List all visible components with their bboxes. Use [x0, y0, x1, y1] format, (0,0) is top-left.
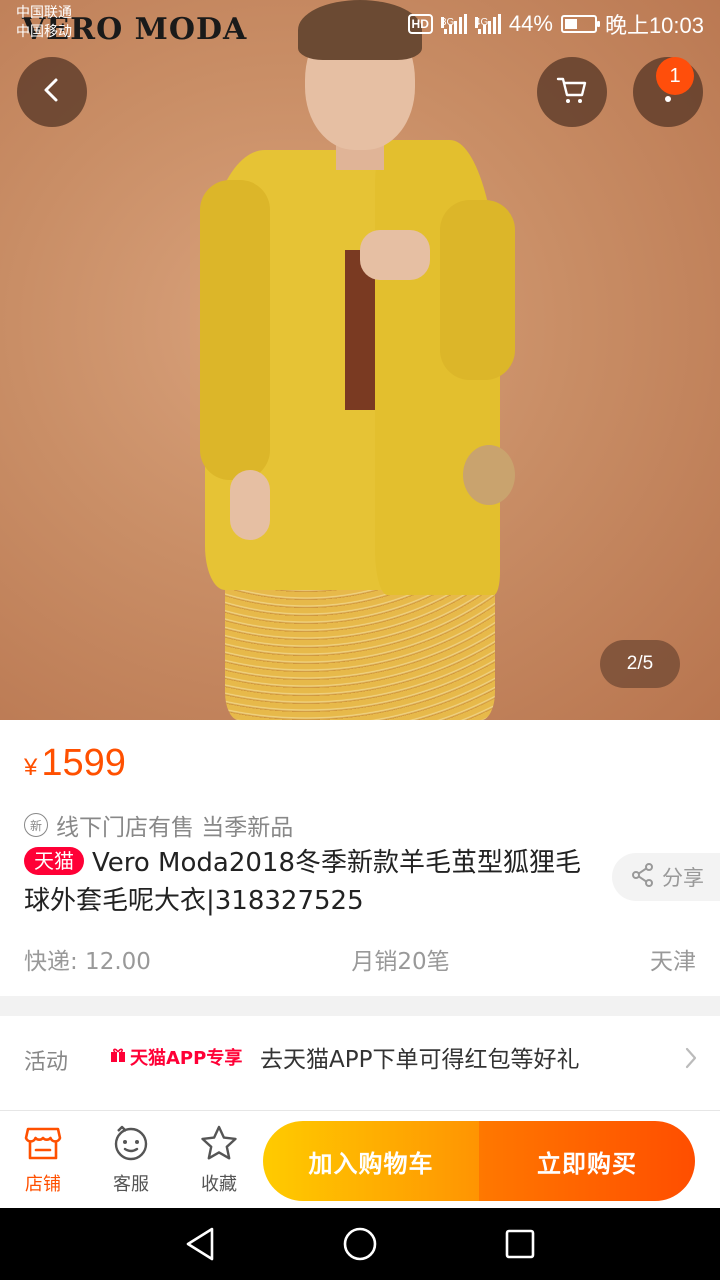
model-hand-left-shape [230, 470, 270, 540]
product-tags: 新 线下门店有售 当季新品 [24, 808, 293, 842]
service-label: 客服 [113, 1174, 149, 1195]
system-navigation-bar [0, 1208, 720, 1280]
nav-recent-icon [503, 1227, 537, 1265]
price-value: 1599 [41, 742, 126, 784]
cart-button[interactable] [537, 57, 607, 127]
shipping-fee: 快递: 12.00 [24, 949, 151, 975]
model-hand-right-shape [360, 230, 430, 280]
activity-tag-text: 天猫APP专享 [130, 1048, 243, 1069]
back-icon [38, 76, 66, 108]
product-detail-screen: VERO MODA 1 2/5 中国联通 中国移动 HD 3G 4G 44% 晚… [0, 0, 720, 1280]
gift-icon [110, 1047, 126, 1068]
tmall-app-exclusive-tag: 天猫APP专享 [110, 1044, 242, 1070]
battery-fill [564, 19, 578, 29]
favorite-label: 收藏 [201, 1174, 237, 1195]
battery-percent: 44% [508, 11, 553, 36]
model-sleeve-right-shape [440, 200, 515, 380]
signal-4g-icon: 4G [474, 14, 501, 34]
status-indicators: HD 3G 4G 44% 晚上10:03 [407, 8, 704, 40]
customer-service-button[interactable]: 客服 [96, 1125, 166, 1196]
store-label: 店铺 [25, 1174, 61, 1195]
net-3g-label: 3G [440, 17, 455, 28]
net-4g-label: 4G [474, 17, 489, 28]
store-button[interactable]: 店铺 [8, 1125, 78, 1196]
carrier-1: 中国联通 [16, 5, 72, 21]
purchase-buttons: 加入购物车 立即购买 [263, 1121, 695, 1201]
nav-home-button[interactable] [340, 1226, 380, 1266]
star-icon [200, 1125, 238, 1166]
product-info-panel: ¥ 1599 新 线下门店有售 当季新品 天猫 Vero Moda2018冬季新款… [0, 720, 720, 996]
tmall-badge: 天猫 [24, 847, 84, 875]
share-button[interactable]: 分享 [612, 853, 720, 901]
bottom-action-bar: 店铺 客服 收藏 加入购物车 立即购买 [0, 1110, 720, 1208]
share-icon [630, 862, 656, 893]
nav-home-icon [341, 1225, 379, 1267]
activity-label: 活动 [24, 1050, 69, 1075]
product-title: 天猫 Vero Moda2018冬季新款羊毛茧型狐狸毛球外套毛呢大衣|318327… [24, 844, 604, 920]
activity-text: 去天猫APP下单可得红包等好礼 [260, 1047, 580, 1073]
product-image-carousel[interactable]: VERO MODA 1 2/5 [0, 0, 720, 720]
model-sleeve-left-shape [200, 180, 270, 480]
product-tags-text: 线下门店有售 当季新品 [56, 815, 294, 841]
carrier-info: 中国联通 中国移动 [16, 4, 72, 42]
fur-pompom-shape [463, 445, 515, 505]
share-label: 分享 [662, 866, 704, 890]
store-icon [24, 1125, 62, 1166]
buy-now-button[interactable]: 立即购买 [479, 1121, 695, 1201]
clock: 晚上10:03 [604, 13, 704, 38]
back-button[interactable] [17, 57, 87, 127]
price: ¥ 1599 [24, 742, 126, 785]
cart-icon [555, 73, 589, 111]
favorite-button[interactable]: 收藏 [184, 1125, 254, 1196]
product-title-text: Vero Moda2018冬季新款羊毛茧型狐狸毛球外套毛呢大衣|31832752… [24, 848, 581, 916]
new-icon: 新 [24, 813, 48, 837]
carrier-2: 中国移动 [16, 24, 72, 40]
nav-back-icon [183, 1226, 217, 1266]
activity-row[interactable]: 活动 天猫APP专享 去天猫APP下单可得红包等好礼 [0, 1016, 720, 1110]
image-page-counter: 2/5 [600, 640, 680, 688]
status-bar: 中国联通 中国移动 HD 3G 4G 44% 晚上10:03 [0, 0, 720, 48]
ship-from-location: 天津 [650, 949, 696, 975]
add-to-cart-button[interactable]: 加入购物车 [263, 1121, 479, 1201]
service-icon [112, 1125, 150, 1166]
hd-icon: HD [407, 14, 433, 34]
nav-back-button[interactable] [180, 1226, 220, 1266]
notification-badge: 1 [656, 57, 694, 95]
price-currency: ¥ [24, 754, 38, 781]
signal-3g-icon: 3G [440, 14, 467, 34]
chevron-right-icon [684, 1046, 698, 1074]
monthly-sales: 月销20笔 [351, 949, 450, 975]
shipping-sales-row: 快递: 12.00 月销20笔 天津 [24, 942, 696, 976]
battery-icon [560, 15, 600, 33]
nav-recent-button[interactable] [500, 1226, 540, 1266]
